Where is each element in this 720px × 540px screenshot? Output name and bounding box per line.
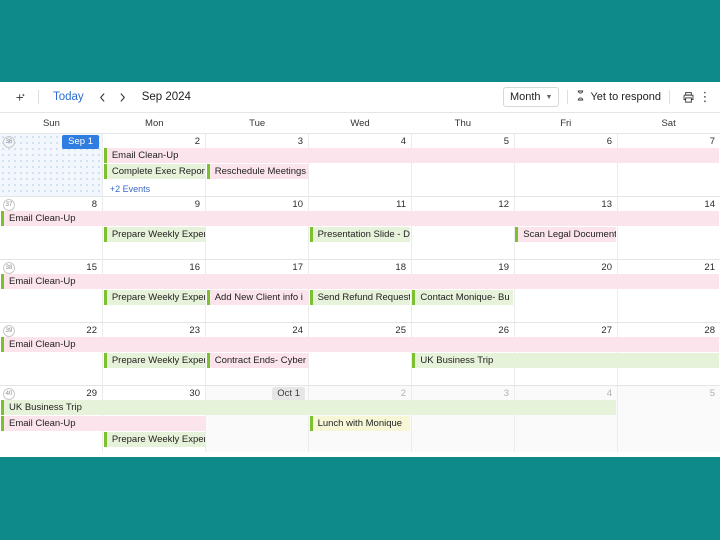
toolbar-divider-1 (38, 90, 39, 104)
day-number: 19 (498, 262, 509, 273)
toolbar-divider-2 (567, 90, 569, 104)
calendar-event[interactable]: Contract Ends- Cyber (206, 353, 308, 368)
period-nav (94, 88, 132, 106)
calendar-event[interactable]: Email Clean-Up (1, 416, 205, 431)
day-number: 17 (292, 262, 303, 273)
calendar-event[interactable]: Reschedule Meetings (206, 164, 308, 179)
week-number-badge: 37 (3, 199, 15, 211)
day-number: 7 (709, 136, 715, 147)
day-number: 22 (86, 325, 97, 336)
day-number: 11 (396, 199, 406, 210)
day-number: 16 (189, 262, 200, 273)
day-number: 5 (709, 388, 715, 399)
week-events-layer: Email Clean-Up Prepare Weekly Exper Add Ne… (0, 274, 720, 322)
day-number: Sep 1 (62, 135, 99, 149)
calendar-week-row: Sep 1 2 3 4 5 6 7 36 Email Clean-Up Complete Exec… (0, 134, 720, 197)
week-number-badge: 38 (3, 262, 15, 274)
day-number: 8 (91, 199, 97, 210)
day-number: 10 (292, 199, 303, 210)
calendar-event[interactable]: Prepare Weekly Exper (103, 432, 205, 447)
calendar-event[interactable]: Prepare Weekly Exper (103, 227, 205, 242)
more-options-icon[interactable]: ⋮ (698, 89, 712, 105)
calendar-event[interactable]: Email Clean-Up (103, 148, 719, 163)
day-number: 12 (498, 199, 509, 210)
day-number: 4 (400, 136, 406, 147)
week-events-layer: Email Clean-Up Complete Exec Repor Resched… (0, 148, 720, 196)
chevron-down-icon: ▼ (545, 93, 553, 101)
day-number: 21 (704, 262, 715, 273)
day-number: 29 (86, 388, 97, 399)
calendar-toolbar: Today Sep 2024 Month ▼ Yet to respond ⋮ (0, 82, 720, 113)
weekday-tue: Tue (249, 117, 266, 129)
weekday-sat: Sat (661, 117, 676, 129)
calendar-event[interactable]: UK Business Trip (412, 353, 719, 368)
weekday-sun: Sun (42, 117, 60, 129)
view-mode-label: Month (509, 91, 541, 103)
day-number: 30 (189, 388, 200, 399)
create-event-icon[interactable] (10, 87, 30, 107)
calendar-event[interactable]: Add New Client info i (206, 290, 308, 305)
day-number: 5 (503, 136, 509, 147)
calendar-week-row: 29 30 Oct 1 2 3 4 5 40 UK Business Trip Email Cle… (0, 386, 720, 452)
calendar-event[interactable]: Contact Monique- Bu (412, 290, 514, 305)
calendar-week-row: 22 23 24 25 26 27 28 39 Email Clean-Up Prepare We… (0, 323, 720, 386)
printer-icon[interactable] (678, 87, 698, 107)
hourglass-icon (576, 90, 585, 104)
day-number: 2 (400, 388, 406, 399)
yet-to-respond-label: Yet to respond (590, 91, 661, 103)
day-number: 15 (86, 262, 97, 273)
more-events-link[interactable]: +2 Events (104, 182, 150, 195)
calendar-event[interactable]: UK Business Trip (1, 400, 617, 415)
week-number-badge: 39 (3, 325, 15, 337)
calendar-event[interactable]: Send Refund Request (309, 290, 411, 305)
calendar-event[interactable]: Complete Exec Repor (103, 164, 205, 179)
chevron-left-icon[interactable] (94, 88, 112, 106)
weekday-wed: Wed (350, 117, 370, 129)
yet-to-respond-button[interactable]: Yet to respond (576, 90, 661, 104)
day-number: 20 (601, 262, 612, 273)
week-events-layer: Email Clean-Up Prepare Weekly Exper Contra… (0, 337, 720, 385)
day-number: 18 (395, 262, 406, 273)
day-number: 23 (189, 325, 200, 336)
today-button[interactable]: Today (47, 91, 90, 103)
calendar-event[interactable]: Email Clean-Up (1, 274, 719, 289)
weekday-mon: Mon (145, 117, 164, 129)
day-number: 13 (601, 199, 612, 210)
day-number: 28 (704, 325, 715, 336)
calendar-event[interactable]: Email Clean-Up (1, 337, 719, 352)
view-mode-select[interactable]: Month ▼ (502, 87, 560, 107)
weekday-header-row: Sun Mon Tue Wed Thu Fri Sat (0, 113, 720, 134)
calendar-event[interactable]: Lunch with Monique (309, 416, 411, 431)
week-number-badge: 36 (3, 136, 15, 148)
weekday-fri: Fri (560, 117, 572, 129)
weekday-thu: Thu (454, 117, 472, 129)
week-number-badge: 40 (3, 388, 15, 400)
current-period-label: Sep 2024 (141, 91, 191, 103)
day-number: Oct 1 (272, 387, 305, 401)
day-number: 3 (503, 388, 509, 399)
chevron-right-icon[interactable] (114, 88, 132, 106)
day-number: 3 (297, 136, 303, 147)
week-events-layer: UK Business Trip Email Clean-Up Lunch with… (0, 400, 720, 452)
day-number: 6 (606, 136, 612, 147)
day-number: 24 (292, 325, 303, 336)
week-events-layer: Email Clean-Up Prepare Weekly Exper Presen… (0, 211, 720, 259)
calendar-grid: Sep 1 2 3 4 5 6 7 36 Email Clean-Up Complete Exec… (0, 134, 720, 452)
day-number: 26 (498, 325, 509, 336)
day-number: 27 (601, 325, 612, 336)
day-number: 2 (194, 136, 200, 147)
calendar-event[interactable]: Prepare Weekly Exper (103, 290, 205, 305)
day-number: 9 (194, 199, 200, 210)
day-number: 14 (704, 199, 715, 210)
day-number: 25 (395, 325, 406, 336)
calendar-week-row: 15 16 17 18 19 20 21 38 Email Clean-Up Prepare We… (0, 260, 720, 323)
calendar-event[interactable]: Email Clean-Up (1, 211, 719, 226)
calendar-event[interactable]: Scan Legal Document (515, 227, 617, 242)
calendar-event[interactable]: Presentation Slide - D (309, 227, 411, 242)
calendar-app: Today Sep 2024 Month ▼ Yet to respond ⋮ … (0, 82, 720, 457)
toolbar-divider-3 (669, 90, 670, 104)
calendar-week-row: 8 9 10 11 12 13 14 37 Email Clean-Up Prepare Week… (0, 197, 720, 260)
day-number: 4 (606, 388, 612, 399)
calendar-event[interactable]: Prepare Weekly Exper (103, 353, 205, 368)
